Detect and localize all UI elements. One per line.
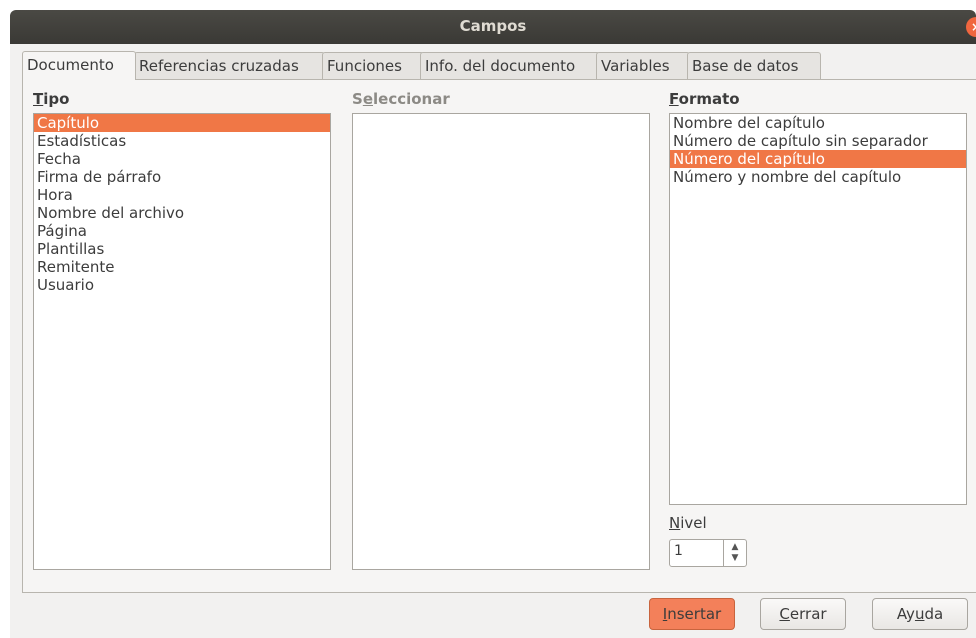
tab-variables[interactable]: Variables <box>596 52 690 79</box>
list-item[interactable]: Capítulo <box>34 114 330 132</box>
list-item[interactable]: Número y nombre del capítulo <box>670 168 966 186</box>
insertar-button[interactable]: Insertar <box>649 598 735 630</box>
nivel-value[interactable]: 1 <box>674 543 683 559</box>
window-title: Campos <box>459 17 527 35</box>
list-item[interactable]: Nombre del capítulo <box>670 114 966 132</box>
list-item[interactable]: Plantillas <box>34 240 330 258</box>
list-item[interactable]: Estadísticas <box>34 132 330 150</box>
list-item[interactable]: Firma de párrafo <box>34 168 330 186</box>
tab-base-de-datos[interactable]: Base de datos <box>687 52 821 79</box>
title-bar: Campos × <box>10 10 976 44</box>
chevron-down-icon[interactable]: ▼ <box>724 553 746 564</box>
cerrar-button[interactable]: Cerrar <box>760 598 846 630</box>
list-item[interactable]: Número de capítulo sin separador <box>670 132 966 150</box>
formato-label: Formato <box>669 90 740 108</box>
list-item[interactable]: Hora <box>34 186 330 204</box>
tab-info-documento[interactable]: Info. del documento <box>420 52 600 79</box>
nivel-label: Nivel <box>669 514 707 532</box>
list-item[interactable]: Usuario <box>34 276 330 294</box>
tab-referencias-cruzadas[interactable]: Referencias cruzadas <box>134 52 325 79</box>
seleccionar-label: Seleccionar <box>352 90 450 108</box>
formato-list[interactable]: Nombre del capítulo Número de capítulo s… <box>669 113 967 505</box>
fields-dialog: Documento Referencias cruzadas Funciones… <box>10 44 976 638</box>
tipo-label: Tipo <box>33 90 70 108</box>
seleccionar-list[interactable] <box>352 113 650 570</box>
list-item[interactable]: Remitente <box>34 258 330 276</box>
list-item[interactable]: Número del capítulo <box>670 150 966 168</box>
tipo-list[interactable]: Capítulo Estadísticas Fecha Firma de pár… <box>33 113 331 570</box>
nivel-stepper[interactable]: 1 ▲ ▼ <box>669 539 747 567</box>
ayuda-button[interactable]: Ayuda <box>872 598 968 630</box>
list-item[interactable]: Nombre del archivo <box>34 204 330 222</box>
tab-funciones[interactable]: Funciones <box>322 52 424 79</box>
tab-documento[interactable]: Documento <box>22 51 136 80</box>
list-item[interactable]: Página <box>34 222 330 240</box>
documento-panel: Tipo Capítulo Estadísticas Fecha Firma d… <box>22 79 976 593</box>
chevron-up-icon[interactable]: ▲ <box>724 542 746 553</box>
stepper-buttons[interactable]: ▲ ▼ <box>723 540 746 566</box>
list-item[interactable]: Fecha <box>34 150 330 168</box>
